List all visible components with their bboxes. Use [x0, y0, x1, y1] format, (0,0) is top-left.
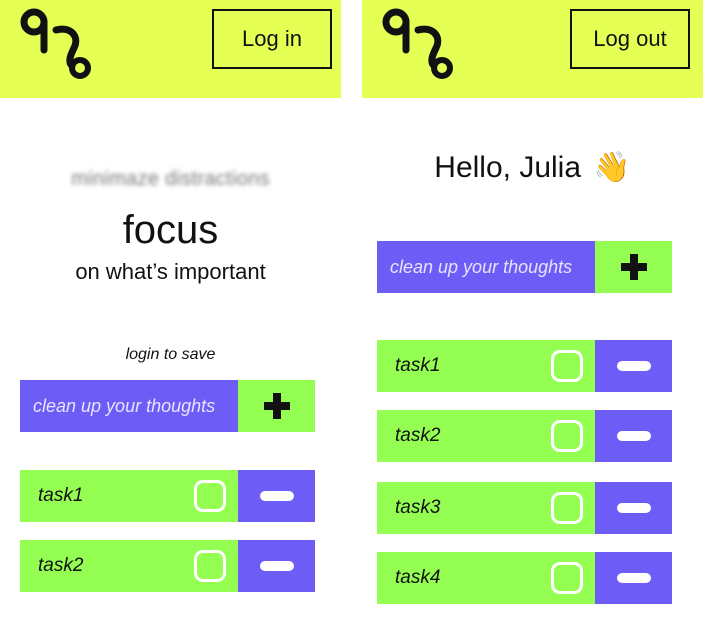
plus-icon [263, 393, 290, 419]
header: Log in [0, 0, 341, 98]
minus-icon [259, 491, 294, 501]
logo-icon[interactable] [380, 6, 456, 82]
login-hint: login to save [125, 346, 216, 363]
task-item: task1 [377, 340, 595, 392]
logo-icon[interactable] [18, 6, 94, 82]
minus-icon [616, 431, 651, 441]
task-row: task1 [20, 470, 315, 522]
task-item: task2 [20, 540, 238, 592]
task-label: task1 [395, 355, 441, 376]
new-task-input[interactable]: clean up your thoughts [377, 241, 595, 293]
remove-task-button[interactable] [595, 410, 672, 462]
task-checkbox[interactable] [551, 562, 583, 594]
remove-task-button[interactable] [595, 340, 672, 392]
plus-icon [620, 254, 647, 280]
task-checkbox[interactable] [194, 480, 226, 512]
task-row: task2 [377, 410, 672, 462]
add-task-button[interactable] [595, 241, 672, 293]
task-checkbox[interactable] [194, 550, 226, 582]
remove-task-button[interactable] [238, 540, 315, 592]
greeting: Hello, Julia 👋 [362, 150, 703, 185]
task-item: task3 [377, 482, 595, 534]
task-label: task2 [38, 555, 84, 576]
task-row: task4 [377, 552, 672, 604]
header: Log out [362, 0, 703, 98]
task-item: task4 [377, 552, 595, 604]
minus-icon [616, 573, 651, 583]
remove-task-button[interactable] [595, 552, 672, 604]
minus-icon [616, 361, 651, 371]
task-item: task1 [20, 470, 238, 522]
greeting-text: Hello, Julia [434, 151, 582, 184]
task-checkbox[interactable] [551, 492, 583, 524]
screen-logged-in: Log out Hello, Julia 👋 clean up your tho… [362, 0, 703, 622]
task-row: task1 [377, 340, 672, 392]
remove-task-button[interactable] [595, 482, 672, 534]
page-title: focus [122, 208, 219, 252]
remove-task-button[interactable] [238, 470, 315, 522]
new-task-row: clean up your thoughts [20, 380, 315, 432]
logout-button[interactable]: Log out [570, 9, 690, 69]
minus-icon [259, 561, 294, 571]
task-label: task4 [395, 567, 441, 588]
page-subtitle: on what’s important [75, 259, 266, 284]
task-label: task3 [395, 497, 441, 518]
new-task-row: clean up your thoughts [377, 241, 672, 293]
waving-hand-icon: 👋 [593, 151, 631, 184]
task-row: task3 [377, 482, 672, 534]
task-row: task2 [20, 540, 315, 592]
task-label: task2 [395, 425, 441, 446]
minus-icon [616, 503, 651, 513]
new-task-input[interactable]: clean up your thoughts [20, 380, 238, 432]
task-item: task2 [377, 410, 595, 462]
screen-logged-out: Log in minimaze distractions focus on wh… [0, 0, 341, 622]
task-checkbox[interactable] [551, 350, 583, 382]
task-label: task1 [38, 485, 84, 506]
login-button[interactable]: Log in [212, 9, 332, 69]
add-task-button[interactable] [238, 380, 315, 432]
tagline: minimaze distractions [71, 168, 270, 190]
task-checkbox[interactable] [551, 420, 583, 452]
